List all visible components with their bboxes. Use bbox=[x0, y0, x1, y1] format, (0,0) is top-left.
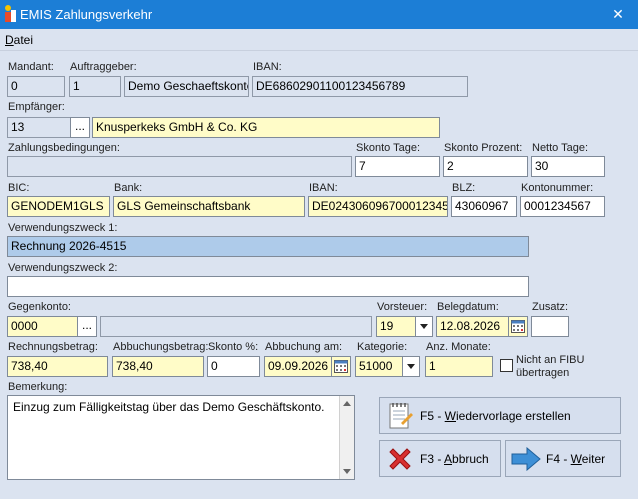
nicht-an-fibu-checkbox[interactable] bbox=[500, 359, 513, 372]
gegenkonto-name-field bbox=[100, 316, 372, 337]
scroll-up-icon[interactable] bbox=[343, 401, 351, 406]
bemerkung-scrollbar[interactable] bbox=[339, 396, 354, 479]
zusatz-field[interactable] bbox=[531, 316, 569, 337]
close-icon[interactable]: ✕ bbox=[606, 4, 630, 24]
skonto-prozent-betrag-field[interactable]: 0 bbox=[207, 356, 260, 377]
auftraggeber-name-field: Demo Geschaeftskonto bbox=[124, 76, 249, 97]
label-netto-tage: Netto Tage: bbox=[532, 142, 589, 154]
bank-field[interactable]: GLS Gemeinschaftsbank bbox=[113, 196, 305, 217]
window-title: EMIS Zahlungsverkehr bbox=[20, 7, 153, 22]
label-bic: BIC: bbox=[8, 182, 30, 194]
bic-field[interactable]: GENODEM1GLS bbox=[7, 196, 110, 217]
label-skonto-prozent-2: Skonto %: bbox=[208, 341, 259, 353]
kontonummer-field[interactable]: 0001234567 bbox=[520, 196, 605, 217]
belegdatum-calendar-icon[interactable] bbox=[508, 316, 528, 337]
abbuchung-am-field[interactable]: 09.09.2026 bbox=[264, 356, 332, 377]
iban-field[interactable]: DE02430609670001234567 bbox=[308, 196, 448, 217]
mandant-field: 0 bbox=[7, 76, 65, 97]
vorsteuer-select[interactable]: 19 bbox=[376, 316, 416, 337]
wiedervorlage-label: F5 - Wiedervorlage erstellen bbox=[420, 409, 571, 423]
abbuchung-am-calendar-icon[interactable] bbox=[331, 356, 351, 377]
skonto-tage-field[interactable]: 7 bbox=[355, 156, 440, 177]
label-auftraggeber: Auftraggeber: bbox=[70, 61, 137, 73]
kategorie-select[interactable]: 51000 bbox=[355, 356, 403, 377]
label-kategorie: Kategorie: bbox=[357, 341, 408, 353]
netto-tage-field[interactable]: 30 bbox=[531, 156, 605, 177]
cancel-x-icon bbox=[389, 448, 411, 470]
gegenkonto-field[interactable]: 0000 bbox=[7, 316, 78, 337]
label-mandant: Mandant: bbox=[8, 61, 54, 73]
kategorie-dropdown-button[interactable] bbox=[402, 356, 420, 377]
empfaenger-nr-field[interactable]: 13 bbox=[7, 117, 72, 138]
label-belegdatum: Belegdatum: bbox=[437, 301, 499, 313]
label-abbuchungsbetrag: Abbuchungsbetrag: bbox=[113, 341, 209, 353]
verwendungszweck-2-field[interactable] bbox=[7, 276, 529, 297]
menu-datei[interactable]: Datei bbox=[5, 33, 33, 47]
abbruch-label: F3 - Abbruch bbox=[420, 452, 489, 466]
label-vorsteuer: Vorsteuer: bbox=[377, 301, 428, 313]
label-nicht-an-fibu-2: übertragen bbox=[516, 367, 570, 379]
label-zusatz: Zusatz: bbox=[532, 301, 569, 313]
bemerkung-textarea[interactable]: Einzug zum Fälligkeitstag über das Demo … bbox=[7, 395, 355, 480]
label-verwendungszweck-2: Verwendungszweck 2: bbox=[8, 262, 118, 274]
anz-monate-field[interactable]: 1 bbox=[425, 356, 493, 377]
label-anz-monate: Anz. Monate: bbox=[426, 341, 491, 353]
menu-bar: Datei bbox=[0, 29, 638, 51]
label-abbuchung-am: Abbuchung am: bbox=[265, 341, 343, 353]
label-iban: IBAN: bbox=[309, 182, 338, 194]
app-icon bbox=[5, 5, 16, 22]
label-iban-auftraggeber: IBAN: bbox=[253, 61, 282, 73]
empfaenger-search-button[interactable]: ... bbox=[70, 117, 90, 138]
label-skonto-tage: Skonto Tage: bbox=[356, 142, 421, 154]
arrow-right-icon bbox=[511, 447, 541, 471]
label-bemerkung: Bemerkung: bbox=[8, 381, 68, 393]
vorsteuer-dropdown-button[interactable] bbox=[415, 316, 433, 337]
rechnungsbetrag-field[interactable]: 738,40 bbox=[7, 356, 108, 377]
label-empfaenger: Empfänger: bbox=[8, 101, 65, 113]
iban-auftraggeber-field: DE68602901100123456789 bbox=[252, 76, 468, 97]
skonto-prozent-field[interactable]: 2 bbox=[443, 156, 528, 177]
label-skonto-prozent: Skonto Prozent: bbox=[444, 142, 523, 154]
label-zahlungsbedingungen: Zahlungsbedingungen: bbox=[8, 142, 120, 154]
belegdatum-field[interactable]: 12.08.2026 bbox=[436, 316, 510, 337]
scroll-down-icon[interactable] bbox=[343, 469, 351, 474]
label-gegenkonto: Gegenkonto: bbox=[8, 301, 71, 313]
title-bar: EMIS Zahlungsverkehr ✕ bbox=[0, 0, 638, 29]
weiter-label: F4 - Weiter bbox=[546, 452, 606, 466]
auftraggeber-nr-field: 1 bbox=[69, 76, 121, 97]
weiter-button[interactable]: F4 - Weiter bbox=[505, 440, 621, 477]
label-blz: BLZ: bbox=[452, 182, 476, 194]
label-rechnungsbetrag: Rechnungsbetrag: bbox=[8, 341, 98, 353]
bemerkung-text: Einzug zum Fälligkeitstag über das Demo … bbox=[13, 400, 325, 414]
empfaenger-name-field[interactable]: Knusperkeks GmbH & Co. KG bbox=[92, 117, 440, 138]
verwendungszweck-1-field[interactable]: Rechnung 2026-4515 bbox=[7, 236, 529, 257]
label-verwendungszweck-1: Verwendungszweck 1: bbox=[8, 222, 118, 234]
notepad-icon bbox=[389, 403, 413, 429]
label-nicht-an-fibu-1: Nicht an FIBU bbox=[516, 354, 585, 366]
label-bank: Bank: bbox=[114, 182, 143, 194]
gegenkonto-search-button[interactable]: ... bbox=[77, 316, 97, 337]
label-kontonummer: Kontonummer: bbox=[521, 182, 594, 194]
blz-field[interactable]: 43060967 bbox=[451, 196, 517, 217]
abbuchungsbetrag-field[interactable]: 738,40 bbox=[112, 356, 204, 377]
wiedervorlage-button[interactable]: F5 - Wiedervorlage erstellen bbox=[379, 397, 621, 434]
abbruch-button[interactable]: F3 - Abbruch bbox=[379, 440, 501, 477]
zahlungsbedingungen-field[interactable] bbox=[7, 156, 352, 177]
